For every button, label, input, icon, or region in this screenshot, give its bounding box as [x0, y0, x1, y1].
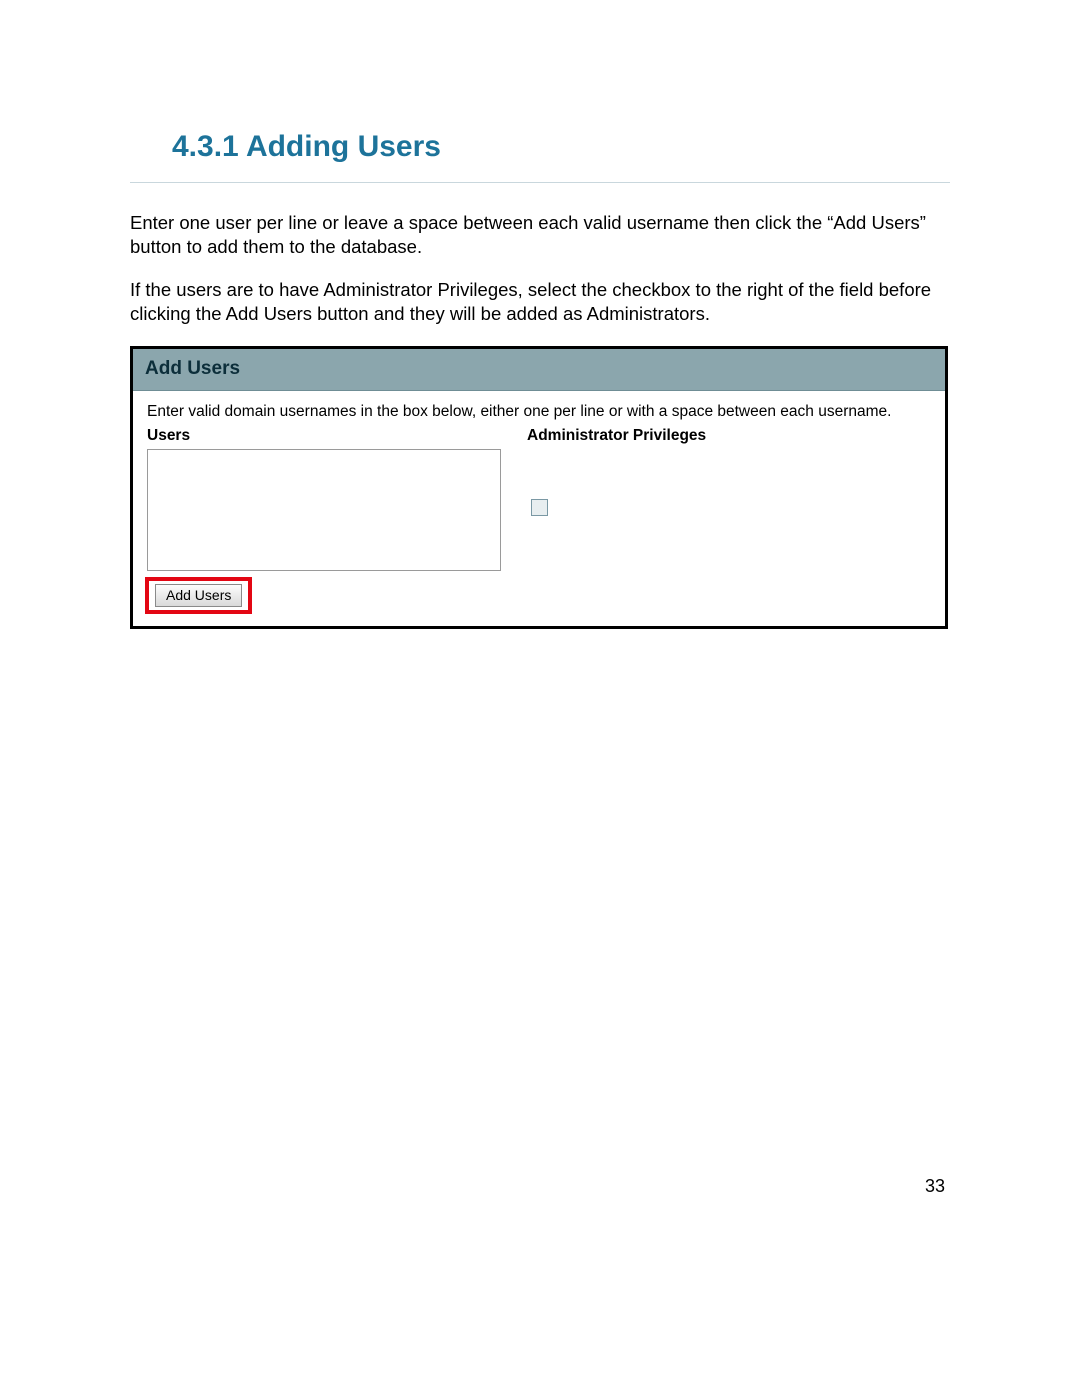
add-users-button[interactable]: Add Users — [155, 584, 242, 607]
users-textarea[interactable] — [147, 449, 501, 571]
admin-privileges-checkbox[interactable] — [531, 499, 548, 516]
highlight-box: Add Users — [145, 577, 252, 614]
column-header-admin-privileges: Administrator Privileges — [527, 427, 931, 445]
panel-body: Enter valid domain usernames in the box … — [133, 391, 945, 626]
intro-paragraph-1: Enter one user per line or leave a space… — [130, 211, 950, 258]
screenshot-frame: Add Users Enter valid domain usernames i… — [130, 346, 948, 629]
section-heading: 4.3.1 Adding Users — [172, 130, 950, 164]
panel-helper-text: Enter valid domain usernames in the box … — [147, 403, 931, 421]
divider — [130, 182, 950, 183]
intro-paragraph-2: If the users are to have Administrator P… — [130, 278, 950, 325]
column-header-users: Users — [147, 427, 527, 445]
panel-title: Add Users — [133, 349, 945, 391]
page-number: 33 — [925, 1176, 945, 1197]
